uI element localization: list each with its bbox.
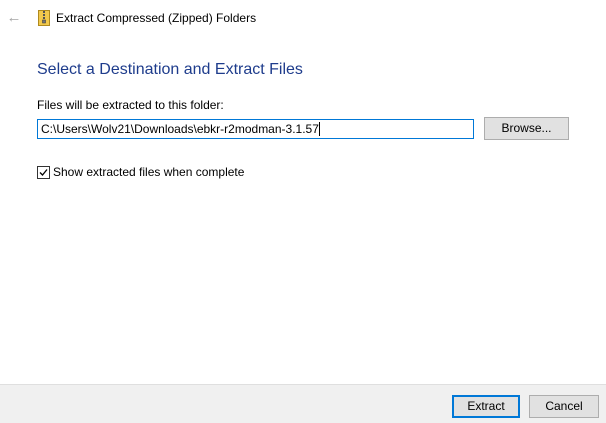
browse-button[interactable]: Browse... <box>484 117 569 140</box>
cancel-button[interactable]: Cancel <box>529 395 599 418</box>
extract-button[interactable]: Extract <box>452 395 520 418</box>
dialog-footer: Extract Cancel <box>0 384 606 423</box>
destination-label: Files will be extracted to this folder: <box>37 98 224 112</box>
page-heading: Select a Destination and Extract Files <box>37 61 303 78</box>
window-title: Extract Compressed (Zipped) Folders <box>56 11 257 25</box>
show-files-checkbox[interactable] <box>37 166 50 179</box>
title-bar: ← Extract Compressed (Zipped) Folders <box>0 0 606 36</box>
back-arrow-icon[interactable]: ← <box>4 8 24 28</box>
checkmark-icon <box>39 169 48 176</box>
extract-dialog: ← Extract Compressed (Zipped) Folders Se… <box>0 0 606 423</box>
zip-folder-icon <box>38 10 50 26</box>
show-files-label: Show extracted files when complete <box>53 165 245 179</box>
destination-path-value: C:\Users\Wolv21\Downloads\ebkr-r2modman-… <box>41 122 320 136</box>
destination-path-input[interactable]: C:\Users\Wolv21\Downloads\ebkr-r2modman-… <box>37 119 474 139</box>
